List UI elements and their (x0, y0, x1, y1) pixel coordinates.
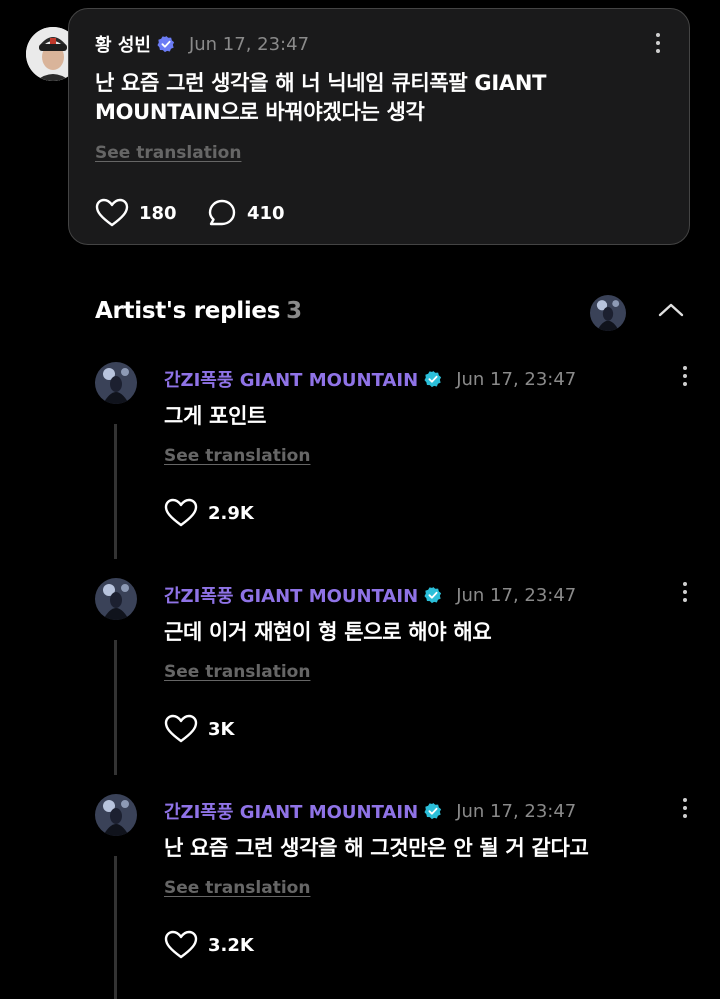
reply-date: Jun 17, 23:47 (456, 368, 577, 390)
post-like-count: 180 (139, 202, 177, 224)
post-body-line: 난 요즘 그런 생각을 해 너 닉네임 큐티폭팔 GIANT (95, 71, 547, 95)
reply-author-avatar[interactable] (95, 578, 137, 620)
reply-like-count: 2.9K (208, 502, 254, 524)
post-comment-count: 410 (247, 202, 285, 224)
post-body-line: MOUNTAIN으로 바꿔야겠다는 생각 (95, 100, 425, 124)
artist-reply: 간ZI폭풍 GIANT MOUNTAIN Jun 17, 23:47 근데 이거… (0, 578, 720, 778)
reply-author-avatar[interactable] (95, 362, 137, 404)
post-more-icon[interactable] (655, 33, 661, 55)
post-comment-button[interactable]: 410 (207, 198, 285, 228)
post-see-translation-link[interactable]: See translation (95, 143, 241, 163)
post-card[interactable]: 황 성빈 Jun 17, 23:47 난 요즘 그런 생각을 해 너 닉네임 큐… (68, 8, 690, 245)
chevron-up-icon[interactable] (656, 300, 686, 320)
thread-line (114, 424, 117, 559)
heart-icon (95, 198, 129, 227)
artist-reply: 간ZI폭풍 GIANT MOUNTAIN Jun 17, 23:47 난 요즘 … (0, 794, 720, 999)
reply-more-icon[interactable] (682, 366, 688, 388)
reply-see-translation-link[interactable]: See translation (164, 662, 310, 682)
reply-author-row: 간ZI폭풍 GIANT MOUNTAIN Jun 17, 23:47 (164, 582, 576, 608)
heart-icon (164, 714, 198, 743)
artist-replies-count: 3 (286, 298, 302, 324)
reply-like-count: 3K (208, 718, 235, 740)
reply-more-icon[interactable] (682, 798, 688, 820)
thread-line (114, 640, 117, 775)
reply-see-translation-link[interactable]: See translation (164, 878, 310, 898)
reply-text: 그게 포인트 (164, 404, 267, 428)
artist-replies-avatar[interactable] (590, 295, 626, 331)
artist-replies-label: Artist's replies (95, 298, 281, 324)
reply-text: 난 요즘 그런 생각을 해 그것만은 안 될 거 같다고 (164, 836, 589, 860)
thread-line (114, 856, 117, 999)
reply-date: Jun 17, 23:47 (456, 800, 577, 822)
verified-badge-icon (157, 35, 175, 53)
post-author-name[interactable]: 황 성빈 (95, 31, 151, 57)
reply-author-row: 간ZI폭풍 GIANT MOUNTAIN Jun 17, 23:47 (164, 366, 576, 392)
reply-author-row: 간ZI폭풍 GIANT MOUNTAIN Jun 17, 23:47 (164, 798, 576, 824)
reply-like-button[interactable]: 3.2K (164, 930, 254, 960)
artist-reply: 간ZI폭풍 GIANT MOUNTAIN Jun 17, 23:47 그게 포인… (0, 362, 720, 562)
heart-icon (164, 498, 198, 527)
reply-like-button[interactable]: 2.9K (164, 498, 254, 528)
reply-author-name[interactable]: 간ZI폭풍 GIANT MOUNTAIN (164, 366, 418, 392)
reply-text: 근데 이거 재현이 형 톤으로 해야 해요 (164, 620, 492, 644)
reply-author-name[interactable]: 간ZI폭풍 GIANT MOUNTAIN (164, 582, 418, 608)
reply-see-translation-link[interactable]: See translation (164, 446, 310, 466)
reply-more-icon[interactable] (682, 582, 688, 604)
post-body: 난 요즘 그런 생각을 해 너 닉네임 큐티폭팔 GIANT MOUNTAIN으… (95, 69, 655, 127)
reply-like-count: 3.2K (208, 934, 254, 956)
verified-badge-icon (424, 370, 442, 388)
comment-bubble-icon (208, 199, 236, 226)
verified-badge-icon (424, 802, 442, 820)
reply-author-name[interactable]: 간ZI폭풍 GIANT MOUNTAIN (164, 798, 418, 824)
verified-badge-icon (424, 586, 442, 604)
heart-icon (164, 930, 198, 959)
reply-like-button[interactable]: 3K (164, 714, 234, 744)
reply-author-avatar[interactable] (95, 794, 137, 836)
post-like-button[interactable]: 180 (95, 198, 177, 228)
post-date: Jun 17, 23:47 (188, 33, 310, 55)
post-author-row: 황 성빈 Jun 17, 23:47 (95, 31, 309, 57)
reply-date: Jun 17, 23:47 (456, 584, 577, 606)
artist-replies-header: Artist's replies 3 (95, 298, 302, 324)
